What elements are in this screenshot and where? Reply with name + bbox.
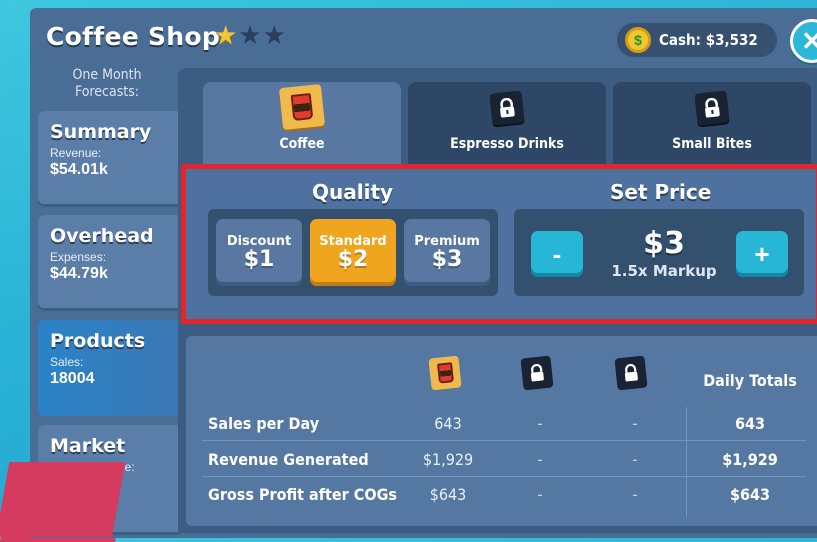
cell-espresso: -	[537, 450, 543, 469]
sidebar-item-summary[interactable]: Summary Revenue: $54.01k	[38, 111, 183, 207]
star-rating: ★ ★ ★	[214, 20, 286, 50]
quality-price: $2	[337, 246, 369, 272]
quality-price: $1	[243, 246, 275, 272]
daily-totals-header: Daily Totals	[703, 371, 797, 390]
sidebar-item-sublabel: Expenses:	[50, 250, 107, 264]
cell-coffee: $643	[429, 485, 467, 504]
lock-icon	[614, 355, 648, 391]
row-label: Revenue Generated	[208, 450, 369, 469]
tab-small-bites[interactable]: Small Bites	[613, 82, 811, 164]
row-label: Sales per Day	[208, 414, 320, 433]
coin-icon: $	[625, 27, 651, 53]
quality-standard-button[interactable]: Standard $2	[310, 219, 396, 286]
divider	[686, 407, 687, 517]
sidebar-item-value: $54.01k	[50, 161, 108, 178]
sidebar-item-sublabel: Revenue:	[50, 146, 102, 160]
set-price-title: Set Price	[610, 180, 712, 204]
cash-amount: Cash: $3,532	[659, 31, 758, 49]
tab-coffee[interactable]: Coffee	[203, 82, 401, 164]
star-empty-icon: ★	[238, 20, 262, 50]
cell-coffee: 643	[434, 414, 462, 433]
quality-price: $3	[431, 246, 463, 272]
sidebar-item-value: 18004	[50, 370, 95, 387]
sidebar-item-value: $44.79k	[50, 265, 108, 282]
increase-price-button[interactable]: +	[736, 231, 788, 277]
minus-icon: -	[552, 239, 562, 269]
tab-espresso-drinks[interactable]: Espresso Drinks	[408, 82, 606, 164]
plus-icon: +	[754, 239, 770, 269]
sidebar-item-title: Summary	[50, 121, 152, 143]
sidebar-item-sublabel: Sales:	[50, 355, 84, 369]
quality-discount-button[interactable]: Discount $1	[216, 219, 302, 286]
price-value: $3	[643, 226, 685, 261]
cash-display: $ Cash: $3,532	[617, 23, 777, 57]
sidebar-item-title: Market	[50, 435, 126, 457]
cell-coffee: $1,929	[422, 450, 474, 469]
cell-espresso: -	[537, 414, 543, 433]
sidebar-item-title: Overhead	[50, 225, 154, 247]
cell-bites: -	[632, 485, 638, 504]
cell-total: $643	[729, 485, 771, 504]
cell-total: $1,929	[722, 450, 778, 469]
cell-bites: -	[632, 414, 638, 433]
cell-bites: -	[632, 450, 638, 469]
tab-label: Espresso Drinks	[450, 136, 564, 152]
cell-total: 643	[734, 414, 766, 433]
quality-premium-button[interactable]: Premium $3	[404, 219, 490, 286]
quality-title: Quality	[312, 180, 394, 204]
cell-espresso: -	[537, 485, 543, 504]
sidebar-item-title: Products	[50, 330, 146, 352]
sidebar-item-products[interactable]: Products Sales: 18004	[38, 320, 183, 416]
coffee-cup-icon	[428, 355, 462, 391]
price-markup: 1.5x Markup	[611, 262, 717, 280]
lock-icon	[694, 90, 730, 126]
close-icon: ✕	[801, 25, 817, 56]
sidebar-item-overhead[interactable]: Overhead Expenses: $44.79k	[38, 215, 183, 311]
coffee-cup-icon	[278, 83, 326, 131]
lock-icon	[520, 355, 554, 391]
tab-label: Coffee	[279, 136, 325, 152]
background-shape	[0, 462, 126, 537]
row-label: Gross Profit after COGs	[208, 485, 397, 504]
tab-label: Small Bites	[672, 136, 752, 152]
divider	[202, 476, 806, 477]
decrease-price-button[interactable]: -	[531, 231, 583, 277]
star-filled-icon: ★	[214, 20, 238, 50]
star-empty-icon: ★	[262, 20, 286, 50]
page-title: Coffee Shop	[46, 22, 221, 51]
forecast-label: One Month Forecasts:	[72, 67, 142, 100]
lock-icon	[489, 90, 525, 126]
divider	[202, 440, 806, 441]
